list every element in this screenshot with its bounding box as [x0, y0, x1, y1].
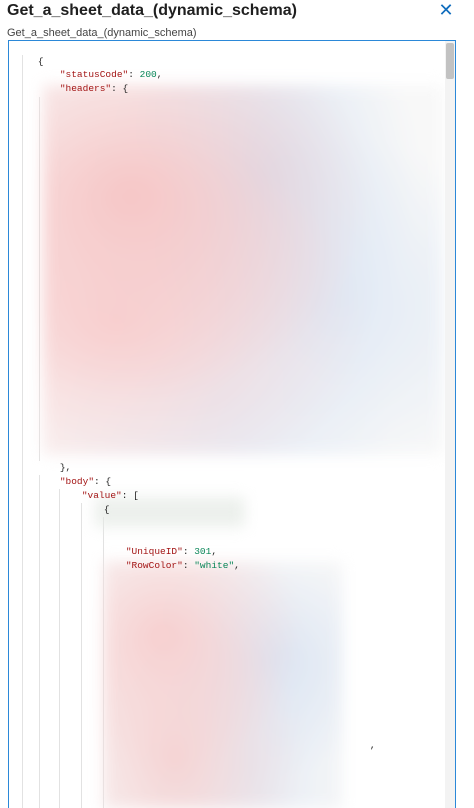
code-line-rowcolor: "RowColor": "white", — [103, 545, 240, 571]
json-output-editor[interactable]: { "statusCode": 200, "headers": { }, "bo… — [8, 40, 456, 808]
json-punct: , — [234, 560, 240, 571]
code-line-value: "value": [ — [59, 475, 139, 501]
code-line-uniqueid: "UniqueID": 301, — [103, 531, 217, 557]
json-key-headers: "headers" — [59, 83, 112, 94]
json-punct: : — [182, 560, 195, 571]
json-punct: , — [156, 69, 163, 80]
indent-guide — [22, 55, 23, 808]
json-punct: : { — [111, 83, 129, 94]
json-punct: : [ — [121, 490, 139, 501]
panel-title: Get_a_sheet_data_(dynamic_schema) — [7, 2, 297, 19]
vertical-scrollbar[interactable] — [445, 41, 455, 808]
code-line-item-open: { — [81, 489, 110, 515]
close-icon[interactable]: ✕ — [436, 1, 456, 19]
indent-guide — [59, 489, 60, 808]
scrollbar-thumb[interactable] — [446, 43, 454, 79]
code-line-body: "body": { — [37, 461, 111, 487]
redacted-item-fields — [103, 561, 343, 808]
indent-guide — [39, 475, 40, 808]
field-label: Get_a_sheet_data_(dynamic_schema) — [7, 27, 197, 39]
indent-guide — [39, 97, 40, 461]
code-line-headers: "headers": { — [37, 68, 128, 94]
indent-guide — [81, 503, 82, 808]
json-punct: { — [103, 504, 110, 515]
code-line-headers-close: }, — [37, 447, 71, 473]
json-value-statuscode: 200 — [139, 69, 157, 80]
json-punct: , — [369, 740, 376, 751]
code-line-status: "statusCode": 200, — [37, 54, 163, 80]
code-line-open-brace: { — [15, 41, 44, 67]
json-value-rowcolor: "white" — [194, 560, 235, 571]
code-line-trailing-comma: , — [347, 725, 376, 751]
json-punct: : — [128, 69, 140, 80]
json-key-rowcolor: "RowColor" — [125, 560, 183, 571]
redacted-headers — [43, 85, 443, 455]
